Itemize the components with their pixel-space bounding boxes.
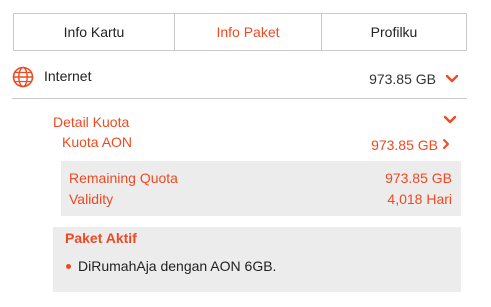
chevron-down-icon[interactable] [445,74,459,84]
tab-info-kartu[interactable]: Info Kartu [14,14,174,50]
validity-value: 4,018 Hari [387,191,452,207]
chevron-down-icon[interactable] [443,115,457,125]
internet-label: Internet [44,68,92,84]
paket-aktif-title: Paket Aktif [65,230,137,246]
kuota-aon-value[interactable]: 973.85 GB [371,137,438,153]
tab-bar: Info Kartu Info Paket Profilku [13,13,467,51]
tab-profilku[interactable]: Profilku [321,14,466,50]
detail-kuota-title[interactable]: Detail Kuota [53,114,129,130]
quota-detail-panel: Remaining Quota 973.85 GB Validity 4,018… [61,161,461,216]
remaining-quota-value: 973.85 GB [385,170,452,186]
internet-quota-value: 973.85 GB [369,71,436,87]
bullet-icon [66,264,71,269]
chevron-right-icon[interactable] [442,138,450,150]
kuota-aon-label[interactable]: Kuota AON [62,134,132,150]
globe-icon [12,66,34,88]
internet-row[interactable]: Internet 973.85 GB [12,63,467,99]
list-item: DiRumahAja dengan AON 6GB. [78,258,277,274]
paket-aktif-panel: Paket Aktif DiRumahAja dengan AON 6GB. [53,227,461,292]
validity-label: Validity [69,191,114,207]
remaining-quota-label: Remaining Quota [69,170,178,186]
tab-info-paket[interactable]: Info Paket [174,14,321,50]
